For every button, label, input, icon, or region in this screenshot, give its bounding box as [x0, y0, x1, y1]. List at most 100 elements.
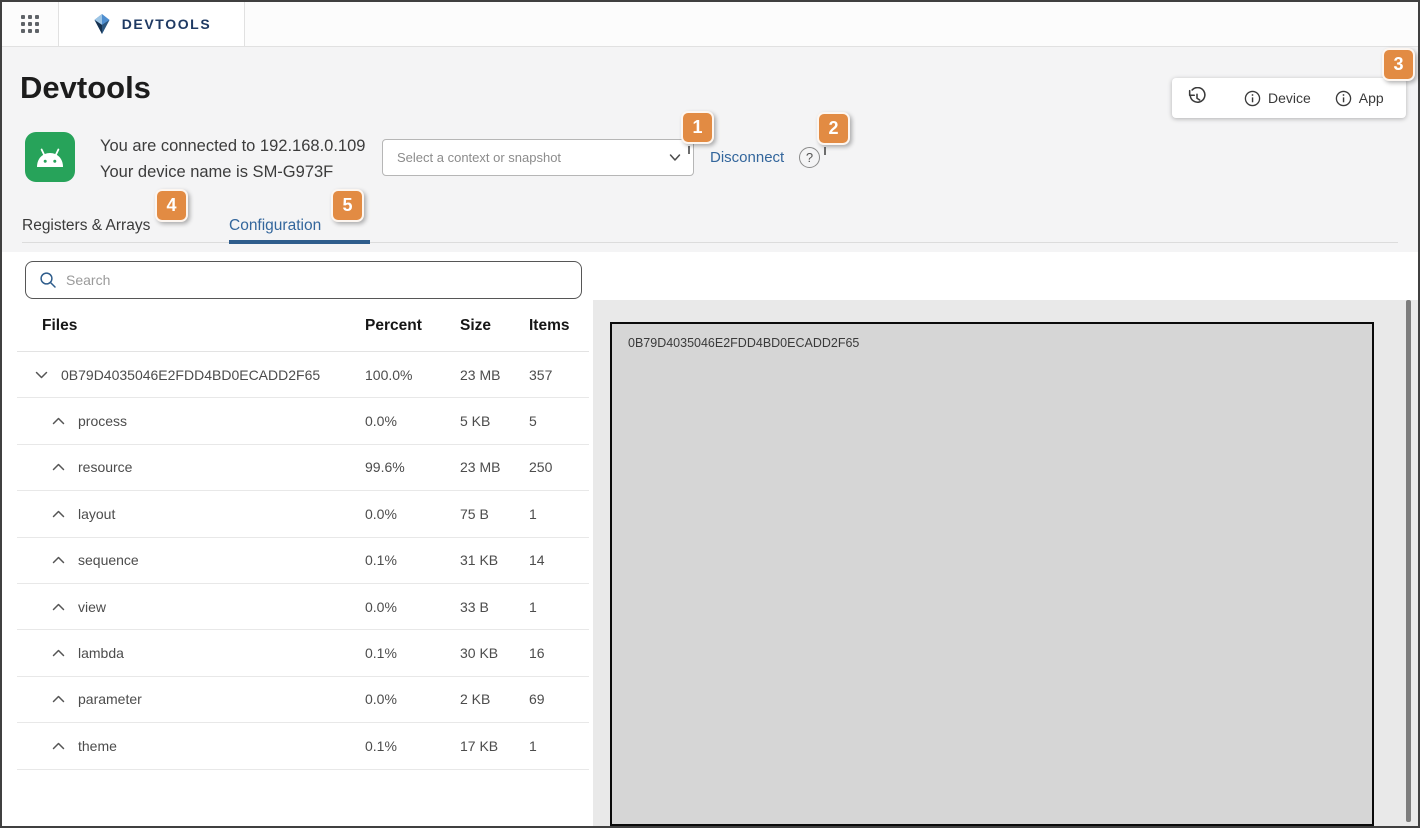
- active-tab-underline: [229, 240, 370, 244]
- chevron-up-icon[interactable]: [52, 741, 65, 751]
- table-row[interactable]: resource 99.6% 23 MB 250: [17, 445, 589, 491]
- file-name: theme: [78, 738, 117, 754]
- annotation-badge-3: 3: [1382, 48, 1415, 81]
- table-row[interactable]: view 0.0% 33 B 1: [17, 584, 589, 630]
- annotation-badge-5: 5: [331, 189, 364, 222]
- search-input[interactable]: [66, 272, 571, 288]
- detail-title: 0B79D4035046E2FDD4BD0ECADD2F65: [628, 336, 859, 350]
- table-row[interactable]: 0B79D4035046E2FDD4BD0ECADD2F65 100.0% 23…: [17, 352, 589, 398]
- column-header-files: Files: [17, 317, 365, 335]
- file-percent: 0.0%: [365, 599, 460, 615]
- file-name: sequence: [78, 552, 139, 568]
- annotation-connector: [824, 147, 826, 155]
- app-button-label: App: [1359, 90, 1384, 106]
- connection-line1: You are connected to 192.168.0.109: [100, 134, 365, 160]
- file-items: 14: [529, 552, 589, 568]
- file-name: resource: [78, 459, 132, 475]
- chevron-up-icon[interactable]: [52, 416, 65, 426]
- tab-configuration[interactable]: Configuration: [229, 217, 321, 235]
- app-launcher-button[interactable]: [2, 2, 58, 46]
- device-button-label: Device: [1268, 90, 1311, 106]
- devtools-app-tab[interactable]: DEVTOOLS: [58, 2, 245, 46]
- files-table: Files Percent Size Items 0B79D4035046E2F…: [2, 300, 593, 826]
- table-header-row: Files Percent Size Items: [17, 300, 589, 352]
- content-area: Files Percent Size Items 0B79D4035046E2F…: [2, 252, 1418, 826]
- file-name: layout: [78, 506, 115, 522]
- app-name-label: DEVTOOLS: [122, 16, 212, 32]
- annotation-badge-4: 4: [155, 189, 188, 222]
- file-size: 31 KB: [460, 552, 529, 568]
- device-info-button[interactable]: Device: [1232, 90, 1323, 107]
- table-row[interactable]: sequence 0.1% 31 KB 14: [17, 538, 589, 584]
- file-name: view: [78, 599, 106, 615]
- android-icon: [34, 145, 66, 169]
- dropdown-placeholder: Select a context or snapshot: [397, 150, 669, 165]
- file-percent: 0.0%: [365, 413, 460, 429]
- file-size: 23 MB: [460, 459, 529, 475]
- file-percent: 0.0%: [365, 506, 460, 522]
- file-items: 16: [529, 645, 589, 661]
- chevron-up-icon[interactable]: [52, 509, 65, 519]
- history-button[interactable]: [1186, 87, 1208, 109]
- help-icon[interactable]: ?: [799, 147, 820, 168]
- file-percent: 100.0%: [365, 367, 460, 383]
- app-info-button[interactable]: App: [1323, 90, 1396, 107]
- table-row[interactable]: theme 0.1% 17 KB 1: [17, 723, 589, 769]
- android-device-icon: [25, 132, 75, 182]
- info-toolbar: Device App: [1172, 78, 1406, 118]
- chevron-up-icon[interactable]: [52, 602, 65, 612]
- devtools-window: DEVTOOLS Devtools Device: [0, 0, 1420, 828]
- file-items: 250: [529, 459, 589, 475]
- table-row[interactable]: lambda 0.1% 30 KB 16: [17, 630, 589, 676]
- file-size: 75 B: [460, 506, 529, 522]
- file-items: 1: [529, 599, 589, 615]
- column-header-percent: Percent: [365, 317, 460, 335]
- table-row[interactable]: layout 0.0% 75 B 1: [17, 491, 589, 537]
- annotation-badge-2: 2: [817, 112, 850, 145]
- context-snapshot-dropdown[interactable]: Select a context or snapshot: [382, 139, 694, 176]
- column-header-items: Items: [529, 317, 589, 335]
- file-items: 1: [529, 506, 589, 522]
- chevron-down-icon: [669, 153, 681, 162]
- search-box: [25, 261, 582, 299]
- file-percent: 0.1%: [365, 645, 460, 661]
- file-items: 5: [529, 413, 589, 429]
- file-percent: 0.1%: [365, 738, 460, 754]
- file-size: 33 B: [460, 599, 529, 615]
- chevron-up-icon[interactable]: [52, 694, 65, 704]
- search-icon: [39, 271, 57, 289]
- annotation-badge-1: 1: [681, 111, 714, 144]
- file-size: 2 KB: [460, 691, 529, 707]
- table-row[interactable]: parameter 0.0% 2 KB 69: [17, 677, 589, 723]
- disconnect-link[interactable]: Disconnect: [710, 149, 784, 166]
- scrollbar-thumb[interactable]: [1406, 300, 1411, 822]
- file-name: lambda: [78, 645, 124, 661]
- annotation-connector: [688, 146, 690, 154]
- connection-line2: Your device name is SM-G973F: [100, 160, 365, 186]
- file-size: 5 KB: [460, 413, 529, 429]
- file-name: 0B79D4035046E2FDD4BD0ECADD2F65: [61, 367, 320, 383]
- devtools-logo-icon: [92, 13, 112, 35]
- history-icon: [1186, 87, 1208, 109]
- chevron-up-icon[interactable]: [52, 462, 65, 472]
- file-size: 23 MB: [460, 367, 529, 383]
- table-row[interactable]: process 0.0% 5 KB 5: [17, 398, 589, 444]
- chevron-up-icon[interactable]: [52, 555, 65, 565]
- grid-icon: [18, 12, 42, 36]
- file-size: 30 KB: [460, 645, 529, 661]
- info-icon: [1335, 90, 1352, 107]
- file-percent: 99.6%: [365, 459, 460, 475]
- top-bar: DEVTOOLS: [2, 2, 1418, 47]
- file-items: 1: [529, 738, 589, 754]
- connection-status: You are connected to 192.168.0.109 Your …: [100, 134, 365, 185]
- file-items: 69: [529, 691, 589, 707]
- page-title: Devtools: [20, 70, 151, 106]
- file-percent: 0.1%: [365, 552, 460, 568]
- file-size: 17 KB: [460, 738, 529, 754]
- tab-registers-arrays[interactable]: Registers & Arrays: [22, 217, 150, 235]
- detail-preview-box: 0B79D4035046E2FDD4BD0ECADD2F65: [610, 322, 1374, 826]
- file-percent: 0.0%: [365, 691, 460, 707]
- chevron-down-icon[interactable]: [35, 370, 48, 380]
- chevron-up-icon[interactable]: [52, 648, 65, 658]
- detail-panel: 0B79D4035046E2FDD4BD0ECADD2F65: [593, 300, 1418, 826]
